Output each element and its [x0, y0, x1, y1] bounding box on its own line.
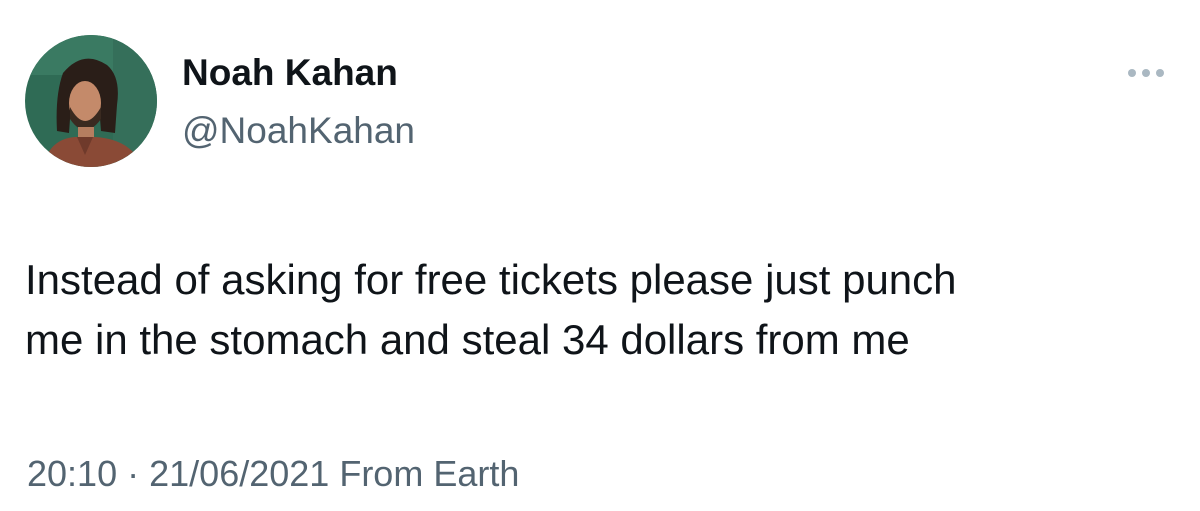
author-handle[interactable]: @NoahKahan — [182, 108, 415, 154]
tweet-time[interactable]: 20:10 — [27, 453, 117, 494]
more-horizontal-icon — [1128, 69, 1164, 77]
tweet-source: From Earth — [339, 453, 520, 494]
tweet-card: Noah Kahan @NoahKahan Instead of asking … — [0, 0, 1200, 511]
avatar[interactable] — [25, 35, 157, 167]
tweet-meta: 20:10 · 21/06/2021 From Earth — [27, 452, 519, 496]
tweet-date[interactable]: 21/06/2021 — [149, 453, 329, 494]
tweet-text-line-1: Instead of asking for free tickets pleas… — [25, 256, 957, 303]
more-options-button[interactable] — [1124, 60, 1168, 86]
author-display-name[interactable]: Noah Kahan — [182, 50, 398, 96]
tweet-text-line-2: me in the stomach and steal 34 dollars f… — [25, 316, 910, 363]
profile-photo-icon — [25, 35, 157, 167]
tweet-text: Instead of asking for free tickets pleas… — [25, 250, 1185, 370]
meta-separator: · — [127, 453, 140, 494]
